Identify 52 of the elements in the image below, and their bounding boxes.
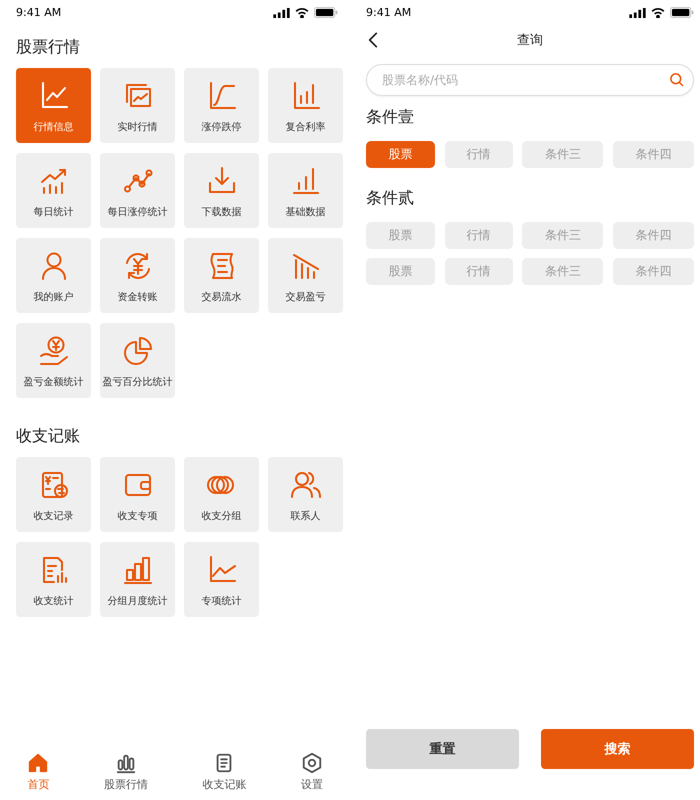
reset-button[interactable]: 重置	[366, 729, 519, 769]
menu-tile[interactable]: 实时行情	[100, 68, 175, 143]
status-time: 9:41 AM	[366, 6, 412, 19]
search-button[interactable]: 搜索	[541, 729, 694, 769]
battery-icon	[314, 7, 338, 18]
tab-item[interactable]: 设置	[296, 752, 327, 792]
wifi-icon	[295, 8, 309, 18]
menu-tile[interactable]: 资金转账	[100, 238, 175, 313]
tab-item[interactable]: 收支记账	[198, 752, 250, 792]
menu-tile[interactable]: 分组月度统计	[100, 542, 175, 617]
bar-chart-icon	[122, 554, 154, 586]
menu-tile[interactable]: 我的账户	[16, 238, 91, 313]
menu-tile[interactable]: 收支专项	[100, 457, 175, 532]
pie-chart-icon	[122, 335, 154, 367]
menu-tile[interactable]: 基础数据	[268, 153, 343, 228]
group-title: 条件贰	[366, 187, 415, 209]
search-icon	[669, 72, 684, 87]
back-icon	[368, 31, 378, 49]
menu-tile[interactable]: 复合利率	[268, 68, 343, 143]
menu-tile[interactable]: 收支记录	[16, 457, 91, 532]
section-title: 股票行情	[16, 36, 81, 58]
coin-hand-icon	[38, 335, 70, 367]
menu-tile[interactable]: 联系人	[268, 457, 343, 532]
tab-item[interactable]: 首页	[23, 752, 54, 792]
status-time: 9:41 AM	[16, 6, 62, 19]
menu-tile[interactable]: 每日统计	[16, 153, 91, 228]
menu-tile[interactable]: 交易盈亏	[268, 238, 343, 313]
tab-item[interactable]: 股票行情	[100, 752, 152, 792]
home-icon	[27, 752, 50, 774]
group-title: 条件壹	[366, 106, 415, 128]
menu-tile[interactable]: 下载数据	[184, 153, 259, 228]
section-title: 收支记账	[16, 425, 81, 447]
wifi-icon	[651, 8, 665, 18]
battery-icon	[670, 7, 694, 18]
menu-tile[interactable]: 收支统计	[16, 542, 91, 617]
signal-icon	[273, 8, 290, 18]
back-button[interactable]	[366, 31, 380, 49]
settings-icon	[300, 752, 323, 774]
search-field[interactable]: 股票名称/代码	[366, 64, 694, 96]
menu-tile[interactable]: 交易流水	[184, 238, 259, 313]
menu-tile[interactable]: 盈亏百分比统计	[100, 323, 175, 398]
signal-icon	[629, 8, 646, 18]
menu-tile[interactable]: 收支分组	[184, 457, 259, 532]
filter-chip[interactable]: 股票	[366, 141, 435, 168]
menu-tile[interactable]: 涨停跌停	[184, 68, 259, 143]
menu-tile[interactable]: 行情信息	[16, 68, 91, 143]
people-icon	[290, 469, 322, 501]
page-title: 查询	[517, 32, 543, 49]
menu-tile[interactable]: 每日涨停统计	[100, 153, 175, 228]
menu-tile[interactable]: 专项统计	[184, 542, 259, 617]
bar-chart-icon	[114, 752, 137, 774]
menu-tile[interactable]: 盈亏金额统计	[16, 323, 91, 398]
